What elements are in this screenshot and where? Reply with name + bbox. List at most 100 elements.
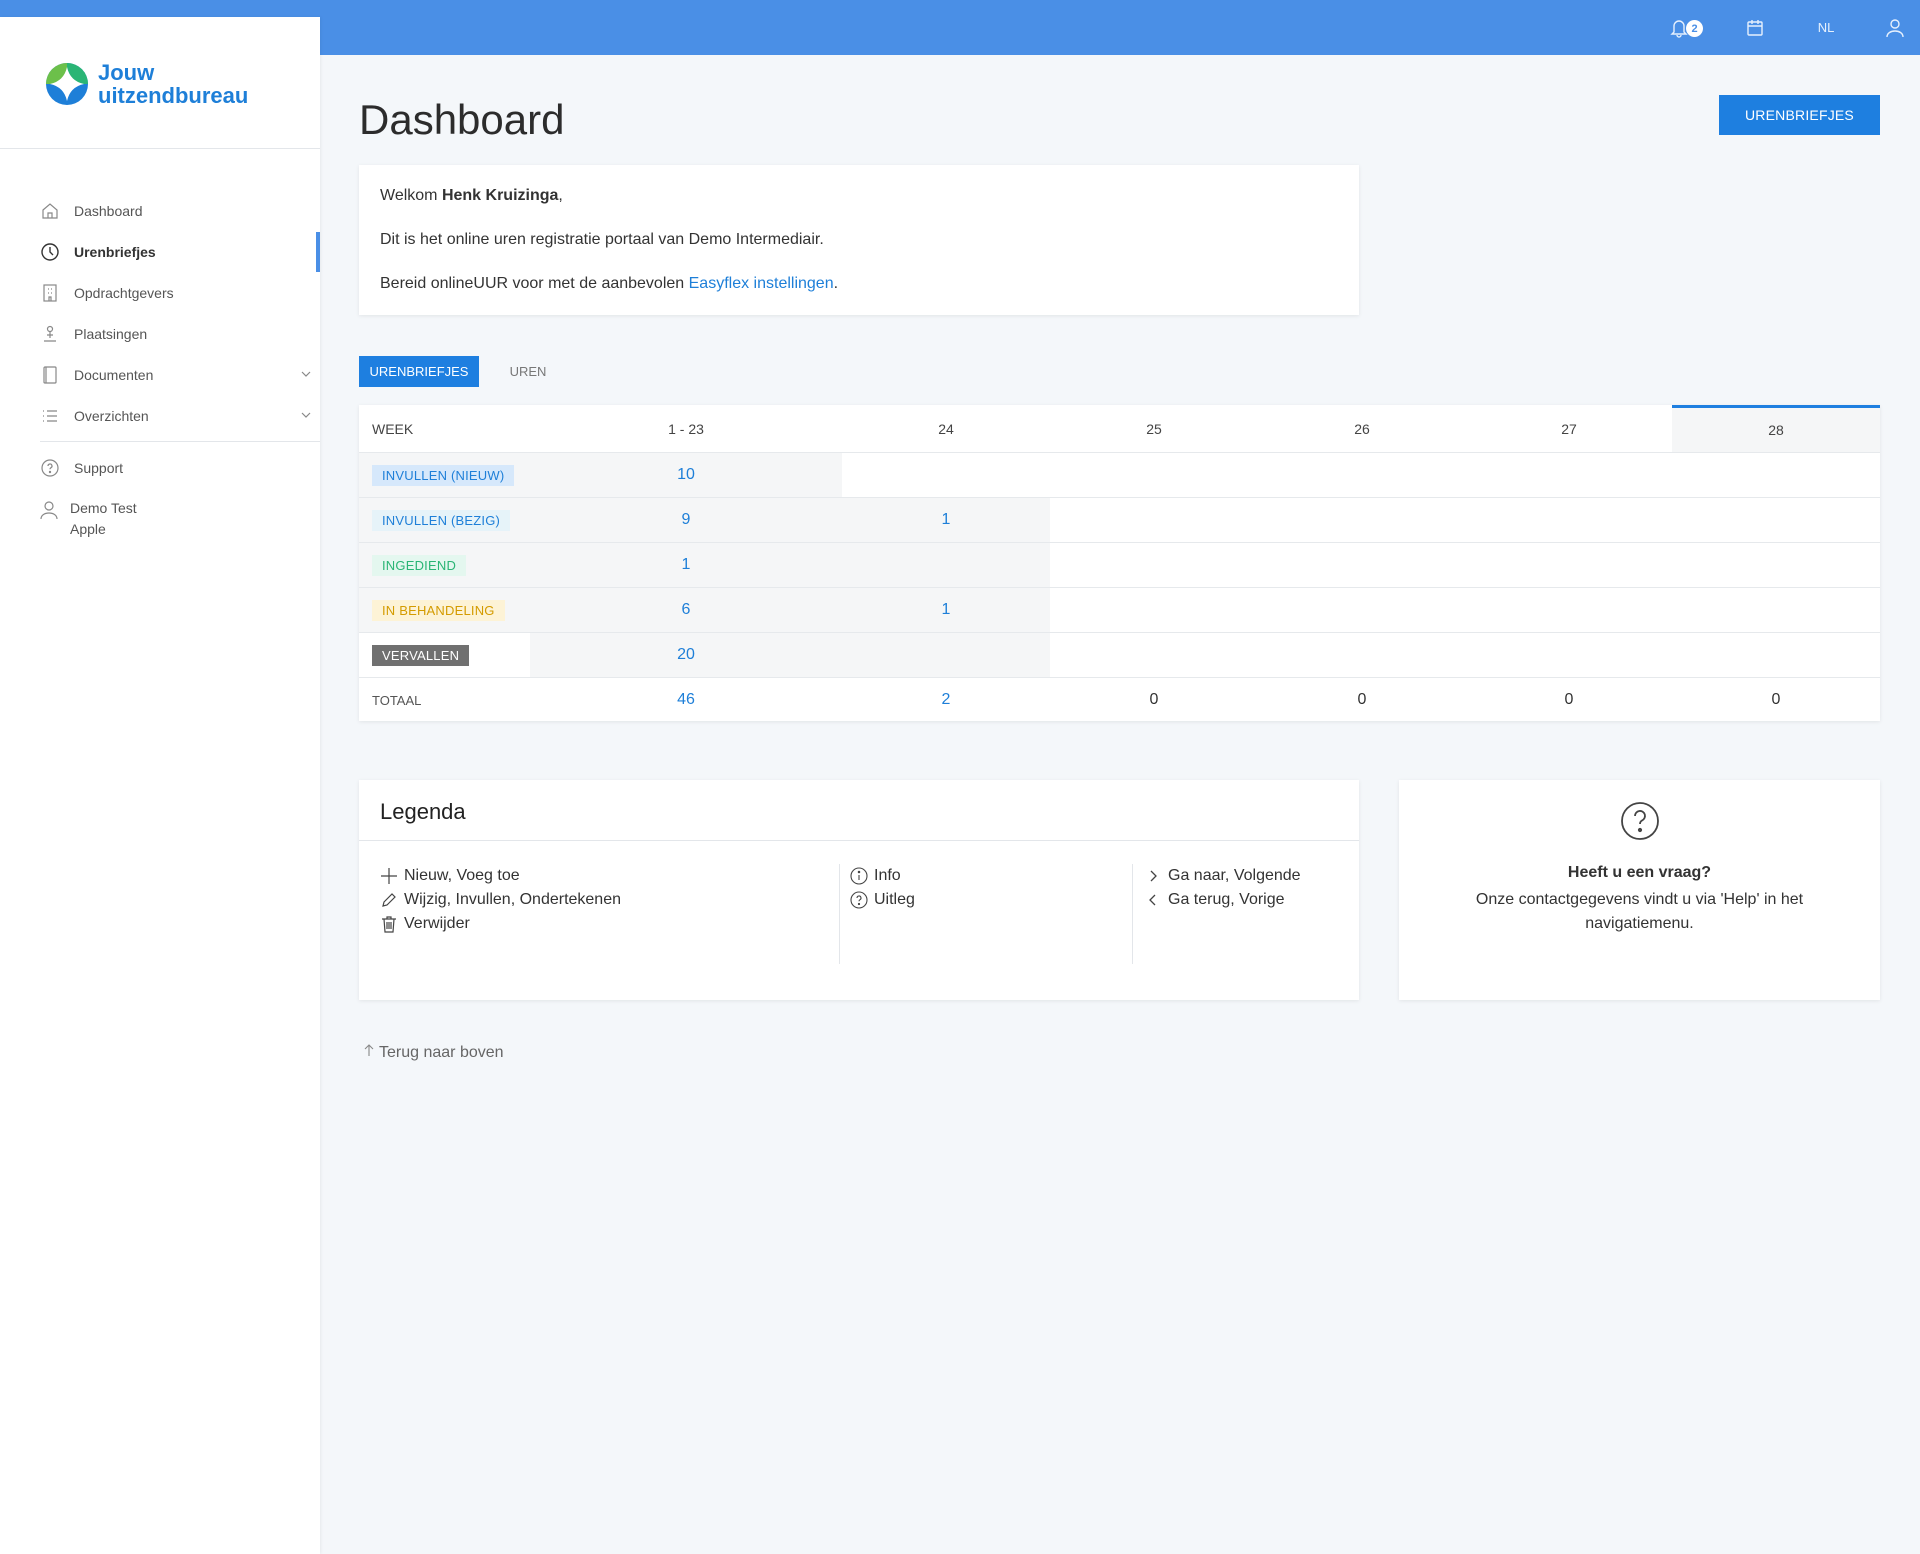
sidebar-item-label: Urenbriefjes [74,244,156,260]
table-cell [1466,542,1672,588]
table-cell [1672,587,1880,633]
sidebar-item-urenbriefjes[interactable]: Urenbriefjes [40,238,320,266]
help-card: Heeft u een vraag? Onze contactgegevens … [1399,780,1880,1000]
table-cell [1258,452,1466,498]
logo-text: Jouw uitzendbureau [98,61,248,107]
divider [40,441,320,442]
divider [359,840,1359,841]
column-header[interactable]: 26 [1258,407,1466,453]
column-header[interactable]: 24 [842,407,1050,453]
table-cell[interactable]: 1 [530,542,842,588]
week-overview-table: WEEK 1 - 23 24 25 26 27 28 INVULLEN (NIE… [359,405,1880,723]
list-icon [40,406,60,426]
status-badge: INVULLEN (BEZIG) [372,509,511,531]
table-cell[interactable]: 10 [530,452,842,498]
chevron-left-icon [1144,891,1162,909]
language-switch[interactable]: NL [1806,0,1846,55]
settings-text: Bereid onlineUUR voor met de aanbevolen [380,275,689,292]
building-icon [40,283,60,303]
table-row: VERVALLEN 20 [359,632,1880,678]
sidebar-item-label: Opdrachtgevers [74,285,174,301]
sidebar-item-documenten[interactable]: Documenten [40,361,320,389]
greeting-text: Welkom [380,187,442,204]
user-icon [40,498,60,540]
column-header-current-week[interactable]: 28 [1672,405,1880,453]
greeting-comma: , [558,187,563,204]
table-cell[interactable]: 1 [842,587,1050,633]
active-indicator [316,232,320,272]
logo-line-2: uitzendbureau [98,83,249,108]
table-cell [842,632,1050,678]
table-cell[interactable]: 6 [530,587,842,633]
divider [1132,864,1133,964]
tab-uren[interactable]: UREN [494,356,562,387]
table-cell [1466,632,1672,678]
legend-column: Info Uitleg [850,864,915,912]
welcome-greeting: Welkom Henk Kruizinga, [380,187,563,205]
notification-count-badge: 2 [1686,20,1703,37]
table-cell [1466,587,1672,633]
pencil-icon [380,891,398,909]
document-icon [40,365,60,385]
sidebar-item-support[interactable]: Support [40,454,320,482]
table-cell [1050,587,1258,633]
table-cell[interactable]: 46 [530,677,842,723]
logo[interactable]: Jouw uitzendbureau [46,61,248,107]
legend-column: Ga naar, Volgende Ga terug, Vorige [1144,864,1301,912]
help-circle-icon [850,891,868,909]
table-cell [1672,452,1880,498]
table-cell[interactable]: 20 [530,632,842,678]
table-cell [1672,542,1880,588]
sidebar-item-overzichten[interactable]: Overzichten [40,402,320,430]
arrow-up-icon [364,1043,374,1062]
user-icon[interactable] [1880,0,1910,55]
legend-item: Ga terug, Vorige [1144,888,1301,912]
chevron-right-icon [1144,867,1162,885]
chevron-down-icon[interactable] [300,408,312,424]
urenbriefjes-button[interactable]: URENBRIEFJES [1719,95,1880,135]
tab-urenbriefjes[interactable]: URENBRIEFJES [359,356,479,387]
plus-icon [380,867,398,885]
help-title: Heeft u een vraag? [1567,864,1712,881]
column-header[interactable]: 1 - 23 [530,407,842,453]
sidebar-item-opdrachtgevers[interactable]: Opdrachtgevers [40,279,320,307]
table-cell [842,452,1050,498]
table-row: INVULLEN (NIEUW) 10 [359,452,1880,498]
home-icon [40,201,60,221]
legend-label: Verwijder [404,915,470,932]
row-label: INVULLEN (NIEUW) [359,452,530,498]
legend-column: Nieuw, Voeg toe Wijzig, Invullen, Ondert… [380,864,621,936]
back-to-top-link[interactable]: Terug naar boven [364,1043,504,1062]
welcome-settings: Bereid onlineUUR voor met de aanbevolen … [380,275,838,293]
table-cell[interactable]: 1 [842,497,1050,543]
clock-icon [40,242,60,262]
table-cell [842,542,1050,588]
column-header: WEEK [372,421,414,438]
row-label: IN BEHANDELING [359,587,530,633]
status-badge: INVULLEN (NIEUW) [372,464,515,486]
sidebar-item-dashboard[interactable]: Dashboard [40,197,320,225]
user-org: Apple [70,521,106,537]
legend-item: Verwijder [380,912,621,936]
sidebar-item-plaatsingen[interactable]: Plaatsingen [40,320,320,348]
row-label: INVULLEN (BEZIG) [359,497,530,543]
table-cell [1050,632,1258,678]
column-header[interactable]: 27 [1466,407,1672,453]
table-cell[interactable]: 9 [530,497,842,543]
column-header[interactable]: 25 [1050,407,1258,453]
legend-item: Ga naar, Volgende [1144,864,1301,888]
calendar-icon[interactable] [1740,0,1770,55]
legend-item: Info [850,864,915,888]
table-cell [1258,587,1466,633]
info-icon [850,867,868,885]
back-to-top-label: Terug naar boven [379,1043,504,1061]
sidebar-item-label: Plaatsingen [74,326,148,342]
row-label: TOTAAL [359,677,530,723]
row-label: INGEDIEND [359,542,530,588]
welcome-intro: Dit is het online uren registratie porta… [380,231,824,248]
table-row: IN BEHANDELING 6 1 [359,587,1880,633]
sidebar-item-user[interactable]: Demo Test Apple [40,498,137,540]
chevron-down-icon[interactable] [300,367,312,383]
easyflex-settings-link[interactable]: Easyflex instellingen [689,275,834,292]
table-cell[interactable]: 2 [842,677,1050,723]
